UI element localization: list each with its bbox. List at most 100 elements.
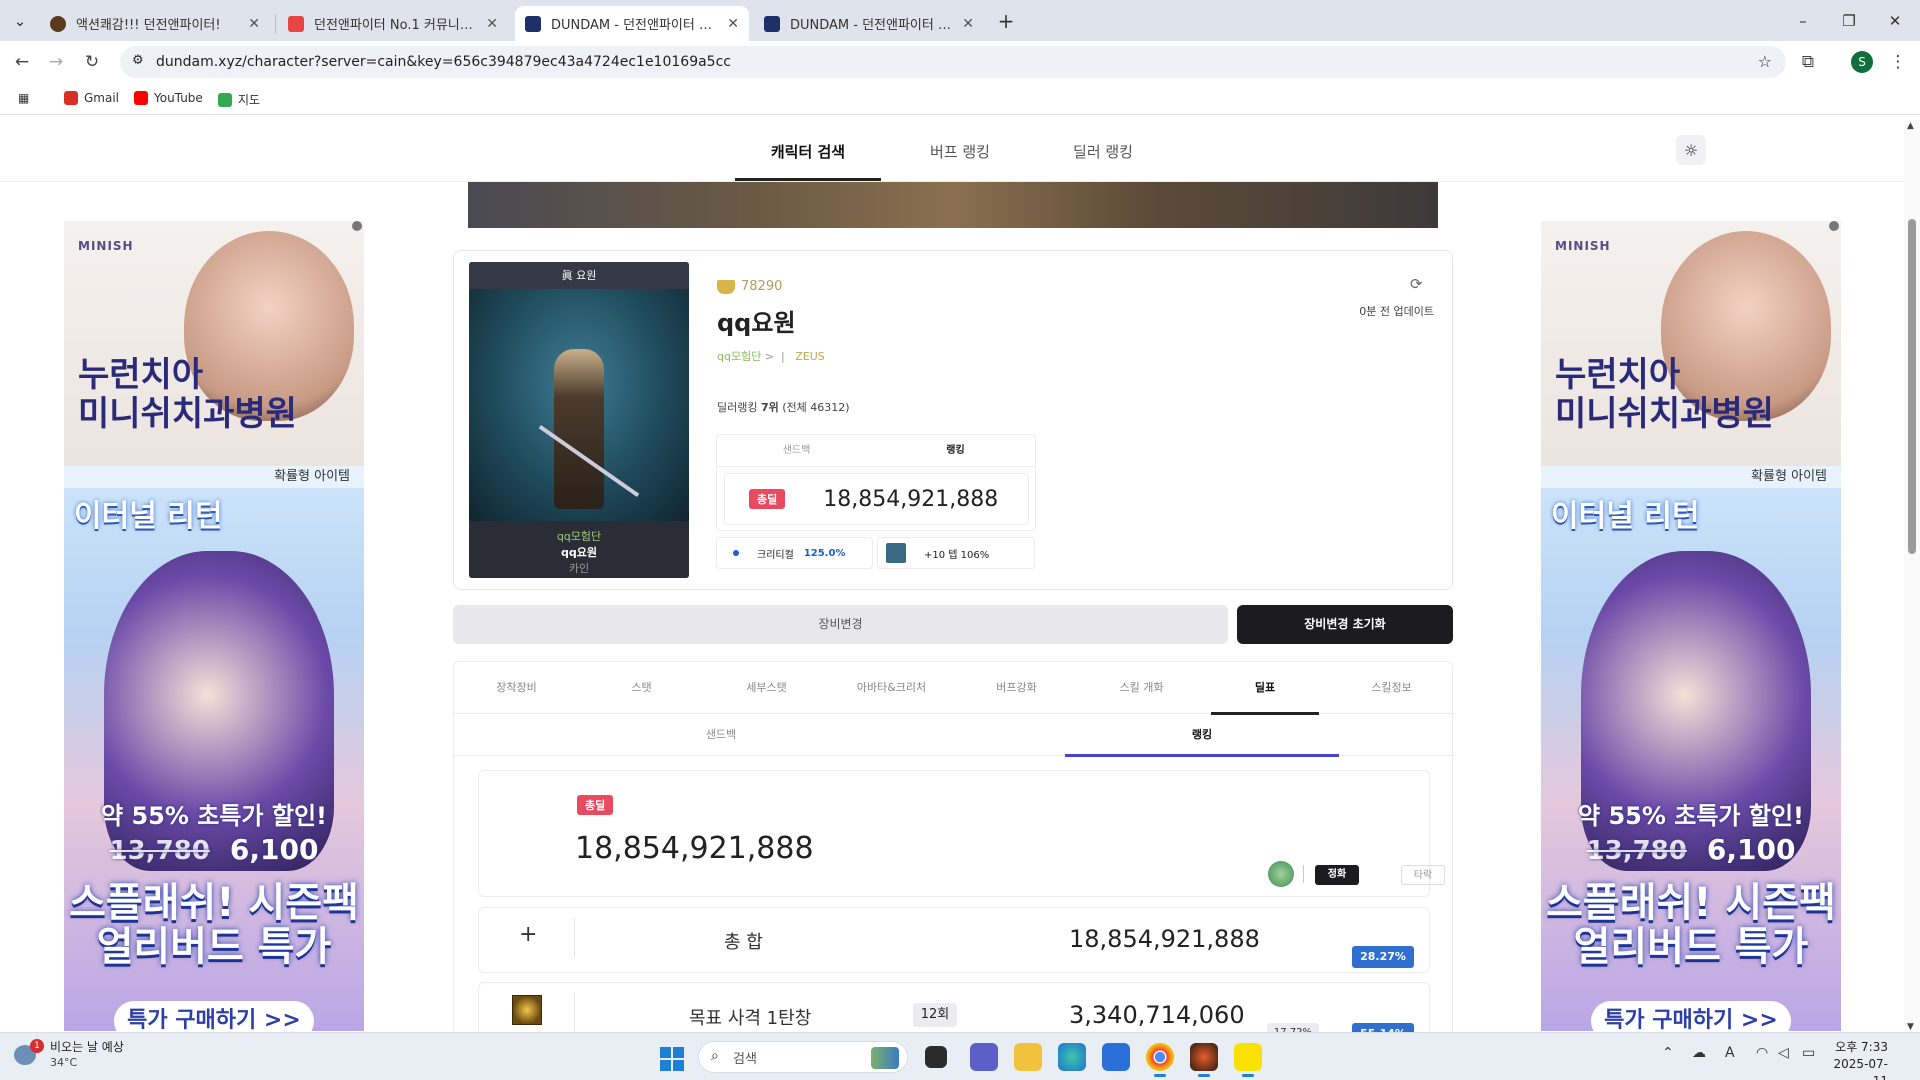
nav-dealer-ranking[interactable]: 딜러 랭킹 bbox=[1043, 141, 1163, 162]
nav-buff-ranking[interactable]: 버프 랭킹 bbox=[900, 141, 1020, 162]
theme-toggle-button[interactable]: ☼ bbox=[1676, 135, 1706, 165]
back-button[interactable]: ← bbox=[6, 46, 38, 78]
equipment-reset-button[interactable]: 장비변경 초기화 bbox=[1237, 605, 1453, 644]
weather-temp: 34°C bbox=[50, 1056, 78, 1069]
clock[interactable]: 오후 7:33 2025-07-11 bbox=[1828, 1039, 1888, 1080]
tab-sandbag[interactable]: 샌드백 bbox=[717, 435, 876, 466]
page-scrollbar[interactable]: ▲ ▼ bbox=[1904, 121, 1920, 1032]
weapon-icon bbox=[886, 543, 906, 563]
file-explorer-icon[interactable] bbox=[1014, 1043, 1042, 1071]
edge-icon[interactable] bbox=[1058, 1043, 1086, 1071]
bookmark-gmail[interactable]: Gmail bbox=[64, 91, 119, 105]
minimize-button[interactable]: – bbox=[1780, 0, 1826, 41]
tab-stats[interactable]: 스탯 bbox=[579, 662, 704, 714]
bookmark-maps[interactable]: 지도 bbox=[218, 91, 260, 108]
tab-avatar-creature[interactable]: 아바타&크리처 bbox=[829, 662, 954, 714]
tab-ranking[interactable]: 랭킹 bbox=[876, 435, 1035, 466]
chrome-icon[interactable] bbox=[1146, 1043, 1174, 1077]
ad-cta-button[interactable]: 특가 구매하기 >> bbox=[1591, 1001, 1791, 1031]
windows-start-icon[interactable] bbox=[660, 1047, 684, 1071]
dnf-game-icon[interactable] bbox=[1190, 1043, 1218, 1077]
plus-icon[interactable]: + bbox=[519, 922, 537, 947]
browser-tab-1[interactable]: 액션쾌감!!! 던전앤파이터! ✕ bbox=[40, 6, 270, 41]
browser-tab-4[interactable]: DUNDAM - 던전앤파이터 데미 ✕ bbox=[754, 6, 984, 41]
close-icon[interactable]: ✕ bbox=[486, 16, 498, 32]
kakaotalk-icon[interactable] bbox=[1234, 1043, 1262, 1077]
ad-new-price: 6,100 bbox=[1706, 833, 1796, 866]
restore-button[interactable]: ❐ bbox=[1826, 0, 1872, 41]
tab-damage-table[interactable]: 딜표 bbox=[1211, 662, 1319, 715]
total-damage-box: 총딜 18,854,921,888 정화 타락 bbox=[478, 770, 1445, 897]
new-tab-button[interactable]: + bbox=[983, 0, 1029, 41]
store-icon[interactable] bbox=[1102, 1043, 1130, 1071]
teams-icon[interactable] bbox=[970, 1043, 998, 1071]
wifi-icon[interactable]: ◠ bbox=[1756, 1045, 1768, 1061]
weapon-chip: +10 텝 106% bbox=[877, 537, 1035, 569]
menu-button[interactable]: ⋮ bbox=[1882, 46, 1914, 78]
mode-purify-button[interactable]: 정화 bbox=[1315, 865, 1359, 885]
scroll-down-icon[interactable]: ▼ bbox=[1907, 1022, 1914, 1032]
ad-info-icon[interactable] bbox=[352, 221, 362, 231]
portrait-name: qq요원 bbox=[561, 546, 597, 559]
row-value: 18,854,921,888 bbox=[1069, 925, 1260, 953]
site-info-icon[interactable]: ⚙ bbox=[132, 53, 144, 68]
tab-title: DUNDAM - 던전앤파이터 데미 bbox=[551, 18, 720, 33]
battery-icon[interactable]: ▭ bbox=[1802, 1045, 1815, 1061]
mode-corrupt-button[interactable]: 타락 bbox=[1401, 865, 1445, 885]
total-damage: 총딜 18,854,921,888 bbox=[724, 473, 1029, 525]
damage-mode-tabs: 샌드백 랭킹 bbox=[717, 435, 1035, 467]
guild-line: qq모험단 > | ZEUS bbox=[717, 348, 825, 364]
tab-equipment[interactable]: 장착장비 bbox=[454, 662, 579, 714]
address-bar[interactable]: ⚙ dundam.xyz/character?server=cain&key=6… bbox=[120, 46, 1786, 78]
close-icon[interactable]: ✕ bbox=[248, 16, 260, 32]
ad-tag: 확률형 아이템 bbox=[64, 466, 364, 488]
community-favicon-icon bbox=[288, 15, 304, 32]
reload-icon: ↻ bbox=[84, 52, 100, 72]
ime-icon[interactable]: A bbox=[1725, 1045, 1735, 1061]
ad-info-icon[interactable] bbox=[1829, 221, 1839, 231]
divider bbox=[574, 993, 575, 1033]
total-damage-badge: 총딜 bbox=[749, 489, 786, 509]
subtab-sandbag[interactable]: 샌드백 bbox=[584, 714, 858, 756]
reload-button[interactable]: ↻ bbox=[76, 46, 108, 78]
portrait-footer: qq모험단 qq요원 카인 bbox=[469, 521, 689, 578]
taskbar-search[interactable]: ⌕ 검색 bbox=[698, 1041, 908, 1073]
tray-chevron-up-icon[interactable]: ⌃ bbox=[1662, 1045, 1674, 1061]
refresh-button[interactable]: ⟳ bbox=[1410, 275, 1423, 293]
close-icon[interactable]: ✕ bbox=[727, 16, 739, 32]
ad-cta-button[interactable]: 특가 구매하기 >> bbox=[114, 1001, 314, 1031]
bookmark-youtube[interactable]: YouTube bbox=[134, 91, 203, 105]
nav-character-search[interactable]: 캐릭터 검색 bbox=[735, 141, 881, 162]
tray-app-icon[interactable]: ☁ bbox=[1692, 1045, 1706, 1061]
character-card: 眞 요원 qq모험단 qq요원 카인 78290 qq요원 qq모험단 > | … bbox=[453, 250, 1453, 590]
damage-row-total[interactable]: + 총 합 18,854,921,888 28.27% bbox=[478, 907, 1430, 973]
star-icon[interactable]: ☆ bbox=[1758, 52, 1772, 71]
equipment-change-button[interactable]: 장비변경 bbox=[453, 605, 1228, 644]
browser-tab-3-active[interactable]: DUNDAM - 던전앤파이터 데미 ✕ bbox=[515, 6, 749, 41]
apps-icon[interactable]: ▦ bbox=[18, 91, 29, 105]
ad-right[interactable]: MINISH 누런치아 미니쉬치과병원 확률형 아이템 이터널 리턴 약 55% … bbox=[1541, 221, 1841, 1031]
tab-search-button[interactable]: ⌄ bbox=[0, 0, 40, 41]
browser-tab-2[interactable]: 던전앤파이터 No.1 커뮤니티, 던 ✕ bbox=[278, 6, 508, 41]
task-view-icon[interactable] bbox=[925, 1046, 947, 1068]
scrollbar-thumb[interactable] bbox=[1908, 219, 1916, 554]
ad-price: 13,780 6,100 bbox=[1541, 833, 1841, 866]
scroll-up-icon[interactable]: ▲ bbox=[1907, 121, 1914, 131]
guild-link[interactable]: qq모험단 bbox=[717, 350, 761, 363]
profile-button[interactable]: S bbox=[1846, 46, 1878, 78]
volume-icon[interactable]: ◁ bbox=[1778, 1045, 1789, 1061]
tab-skill-bloom[interactable]: 스킬 개화 bbox=[1079, 662, 1204, 714]
skill-target-shot-icon bbox=[512, 995, 542, 1025]
tab-buff-enhance[interactable]: 버프강화 bbox=[954, 662, 1079, 714]
ad-left[interactable]: MINISH 누런치아 미니쉬치과병원 확률형 아이템 이터널 리턴 약 55% … bbox=[64, 221, 364, 1031]
bookmark-label: Gmail bbox=[84, 91, 120, 105]
subtab-ranking[interactable]: 랭킹 bbox=[1065, 714, 1339, 757]
extensions-button[interactable]: ⧉ bbox=[1792, 46, 1824, 78]
tab-skill-info[interactable]: 스킬정보 bbox=[1329, 662, 1454, 714]
ad-headline-1: 누런치아 bbox=[1555, 355, 1681, 395]
ad-big-2: 얼리버드 특가 bbox=[96, 924, 332, 970]
forward-button[interactable]: → bbox=[40, 46, 72, 78]
close-window-button[interactable]: ✕ bbox=[1872, 0, 1918, 41]
tab-detail-stats[interactable]: 세부스탯 bbox=[704, 662, 829, 714]
close-icon[interactable]: ✕ bbox=[962, 16, 974, 32]
